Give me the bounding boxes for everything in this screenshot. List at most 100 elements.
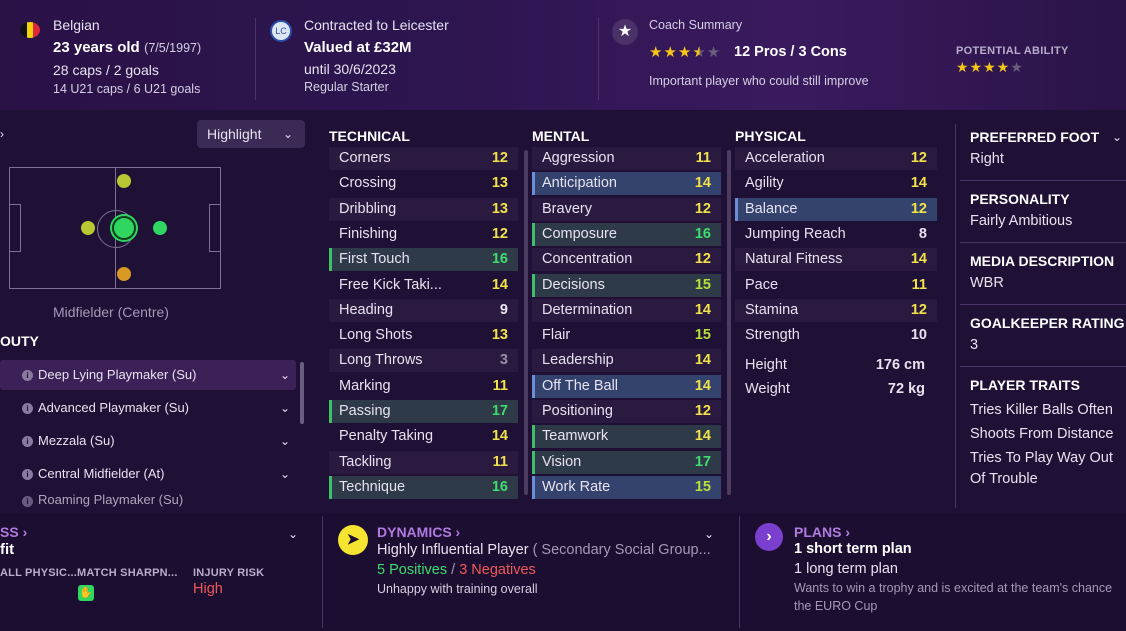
role-row[interactable]: i Central Midfielder (At) ⌄ bbox=[0, 459, 296, 489]
attribute-row[interactable]: Agility 14 bbox=[735, 172, 937, 195]
attribute-value: 12 bbox=[491, 225, 508, 242]
attribute-row[interactable]: Marking 11 bbox=[329, 375, 518, 398]
attribute-name: Crossing bbox=[339, 175, 397, 192]
attribute-row[interactable]: Positioning 12 bbox=[532, 400, 721, 423]
attribute-value: 3 bbox=[499, 352, 508, 369]
info-icon: i bbox=[22, 403, 33, 414]
physical-heading: PHYSICAL bbox=[735, 128, 806, 144]
attribute-name: Tackling bbox=[339, 453, 392, 470]
attribute-row[interactable]: Dribbling 13 bbox=[329, 197, 518, 221]
attribute-value: 10 bbox=[910, 327, 927, 344]
attribute-row[interactable]: Flair 15 bbox=[532, 324, 721, 347]
attribute-name: Jumping Reach bbox=[745, 225, 846, 242]
attribute-row[interactable]: Determination 14 bbox=[532, 298, 721, 322]
plan-note: Wants to win a trophy and is excited at … bbox=[794, 581, 1113, 595]
attribute-row[interactable]: Work Rate 15 bbox=[532, 475, 721, 499]
attribute-name: Balance bbox=[745, 200, 798, 217]
position-dot-dm bbox=[117, 174, 131, 188]
role-row[interactable]: i Advanced Playmaker (Su) ⌄ bbox=[0, 393, 296, 423]
attribute-row[interactable]: Finishing 12 bbox=[329, 223, 518, 246]
attribute-row[interactable]: Corners 12 bbox=[329, 147, 518, 170]
contract-until: until 30/6/2023 bbox=[304, 61, 396, 77]
chevron-down-icon[interactable]: ⌄ bbox=[288, 527, 298, 541]
attribute-name: Aggression bbox=[542, 150, 615, 166]
attribute-name: Decisions bbox=[542, 276, 605, 293]
attribute-row[interactable]: Long Throws 3 bbox=[329, 349, 518, 373]
position-dot-ml bbox=[81, 221, 95, 235]
attribute-value: 12 bbox=[491, 150, 508, 166]
attribute-value: 11 bbox=[492, 377, 508, 394]
player-value: Valued at £32M bbox=[304, 39, 412, 56]
attribute-row[interactable]: Acceleration 12 bbox=[735, 147, 937, 170]
attribute-value: 12 bbox=[694, 403, 711, 419]
caps: 28 caps / 2 goals bbox=[53, 62, 159, 78]
attribute-row[interactable]: Off The Ball 14 bbox=[532, 374, 721, 398]
attribute-value: 12 bbox=[910, 150, 927, 166]
attribute-row[interactable]: Pace 11 bbox=[735, 274, 937, 297]
attribute-name: Teamwork bbox=[542, 428, 609, 445]
preferred-foot-label: PREFERRED FOOT bbox=[970, 129, 1100, 145]
media-description: WBR bbox=[970, 275, 1004, 291]
goalkeeper-rating-label: GOALKEEPER RATING bbox=[970, 315, 1125, 331]
attribute-row[interactable]: Passing 17 bbox=[329, 400, 518, 423]
attribute-row[interactable]: Leadership 14 bbox=[532, 349, 721, 373]
attribute-row[interactable]: Penalty Taking 14 bbox=[329, 425, 518, 448]
attribute-row[interactable]: Composure 16 bbox=[532, 222, 721, 246]
attribute-value: 14 bbox=[694, 428, 711, 445]
attribute-value: 14 bbox=[910, 175, 927, 192]
sharpness-icon: ✋ bbox=[78, 585, 94, 601]
attribute-name: Long Throws bbox=[339, 352, 423, 369]
physical-condition-label: ALL PHYSIC... bbox=[0, 567, 77, 579]
attribute-name: Strength bbox=[745, 327, 800, 344]
attribute-row[interactable]: Decisions 15 bbox=[532, 273, 721, 297]
attribute-name: Determination bbox=[542, 301, 633, 318]
dynamics-title: Highly Influential Player ( Secondary So… bbox=[377, 542, 711, 558]
info-icon: i bbox=[22, 496, 33, 507]
duty-heading: OUTY bbox=[0, 333, 39, 349]
attribute-value: 17 bbox=[694, 453, 711, 470]
chevron-down-icon[interactable]: ⌄ bbox=[704, 527, 714, 541]
attribute-value: 9 bbox=[499, 301, 508, 318]
dynamics-link[interactable]: DYNAMICS › bbox=[377, 524, 460, 540]
coach-rating-stars: ★★★★★ bbox=[649, 44, 722, 61]
attribute-value: 15 bbox=[694, 327, 711, 344]
attribute-row[interactable]: Aggression 11 bbox=[532, 147, 721, 170]
attribute-row[interactable]: Anticipation 14 bbox=[532, 172, 721, 196]
roles-scrollbar[interactable] bbox=[300, 362, 304, 424]
attribute-row[interactable]: Tackling 11 bbox=[329, 450, 518, 474]
technical-heading: TECHNICAL bbox=[329, 128, 410, 144]
attribute-row[interactable]: Bravery 12 bbox=[532, 197, 721, 221]
attribute-name: Long Shots bbox=[339, 327, 413, 344]
highlight-dropdown[interactable]: Highlight ⌄ bbox=[197, 120, 305, 148]
attribute-row[interactable]: Concentration 12 bbox=[532, 248, 721, 272]
attribute-row[interactable]: Heading 9 bbox=[329, 298, 518, 322]
collapse-arrow-icon[interactable]: › bbox=[0, 127, 4, 141]
star-icon: ★ bbox=[612, 19, 638, 45]
attribute-row[interactable]: Jumping Reach 8 bbox=[735, 223, 937, 246]
attribute-row[interactable]: Technique 16 bbox=[329, 475, 518, 499]
attribute-row[interactable]: Strength 10 bbox=[735, 324, 937, 347]
fitness-link[interactable]: SS › bbox=[0, 524, 27, 540]
attribute-row[interactable]: Long Shots 13 bbox=[329, 324, 518, 347]
chevron-down-icon[interactable]: ⌄ bbox=[1112, 130, 1122, 144]
role-row[interactable]: i Deep Lying Playmaker (Su) ⌄ bbox=[0, 360, 296, 390]
attribute-name: Acceleration bbox=[745, 150, 825, 166]
attribute-row[interactable]: Stamina 12 bbox=[735, 298, 937, 322]
technical-scrollbar[interactable] bbox=[524, 150, 528, 495]
attribute-row[interactable]: Teamwork 14 bbox=[532, 425, 721, 449]
role-row[interactable]: i Mezzala (Su) ⌄ bbox=[0, 426, 296, 456]
plans-link[interactable]: PLANS › bbox=[794, 524, 850, 540]
attribute-row[interactable]: Crossing 13 bbox=[329, 172, 518, 195]
mental-scrollbar[interactable] bbox=[727, 150, 731, 495]
potential-ability-label: POTENTIAL ABILITY bbox=[956, 45, 1069, 57]
attribute-row[interactable]: Free Kick Taki... 14 bbox=[329, 274, 518, 297]
attribute-value: 11 bbox=[492, 453, 508, 470]
attribute-row[interactable]: Natural Fitness 14 bbox=[735, 248, 937, 272]
attribute-row[interactable]: Balance 12 bbox=[735, 197, 937, 221]
attribute-row[interactable]: First Touch 16 bbox=[329, 248, 518, 272]
attribute-name: Technique bbox=[339, 478, 406, 495]
attribute-row[interactable]: Vision 17 bbox=[532, 450, 721, 474]
attribute-name: Leadership bbox=[542, 352, 614, 369]
injury-risk: High bbox=[193, 581, 223, 597]
role-row[interactable]: i Roaming Playmaker (Su) bbox=[0, 492, 296, 508]
